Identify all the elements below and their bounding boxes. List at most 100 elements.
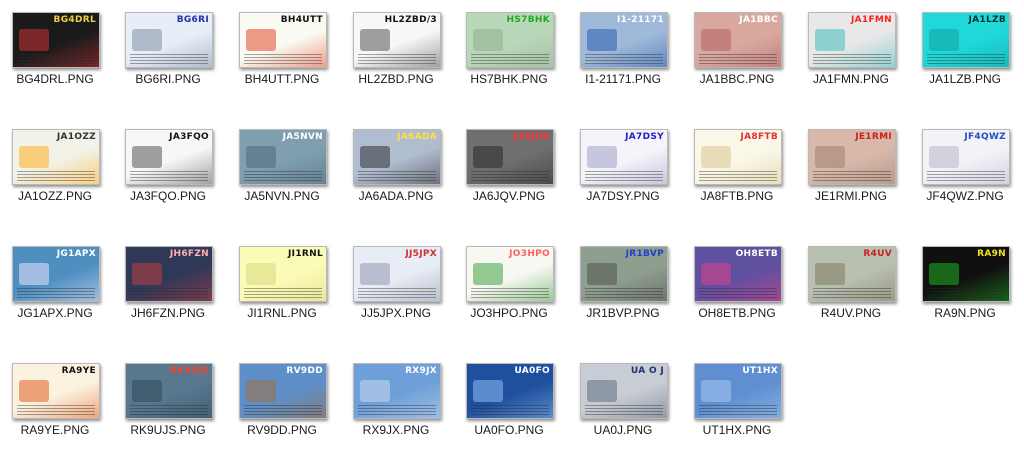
file-name-label[interactable]: JH6FZN.PNG xyxy=(113,306,223,320)
file-item[interactable]: JA7DSY JA7DSY.PNG xyxy=(568,117,678,217)
qsl-card-thumbnail[interactable]: JA1LZB xyxy=(922,12,1010,68)
file-item[interactable]: RK9UJS RK9UJS.PNG xyxy=(113,351,223,451)
file-name-label[interactable]: JA1OZZ.PNG xyxy=(0,189,110,203)
file-item[interactable]: UA0FO UA0FO.PNG xyxy=(454,351,564,451)
file-name-label[interactable]: JA5NVN.PNG xyxy=(227,189,337,203)
file-name-label[interactable]: JA6JQV.PNG xyxy=(454,189,564,203)
file-item[interactable]: JA8FTB JA8FTB.PNG xyxy=(682,117,792,217)
file-name-label[interactable]: R4UV.PNG xyxy=(796,306,906,320)
file-name-label[interactable]: JI1RNL.PNG xyxy=(227,306,337,320)
file-name-label[interactable]: BH4UTT.PNG xyxy=(227,72,337,86)
file-item[interactable]: JI1RNL JI1RNL.PNG xyxy=(227,234,337,334)
file-name-label[interactable]: RK9UJS.PNG xyxy=(113,423,223,437)
file-name-label[interactable]: UT1HX.PNG xyxy=(682,423,792,437)
file-name-label[interactable]: RX9JX.PNG xyxy=(341,423,451,437)
file-item[interactable]: OH8ETB OH8ETB.PNG xyxy=(682,234,792,334)
file-name-label[interactable]: UA0J.PNG xyxy=(568,423,678,437)
qsl-card-thumbnail[interactable]: I1-21171 xyxy=(580,12,668,68)
qsl-card-thumbnail[interactable]: HL2ZBD/3 xyxy=(353,12,441,68)
file-name-label[interactable]: JG1APX.PNG xyxy=(0,306,110,320)
qsl-card-thumbnail[interactable]: RK9UJS xyxy=(125,363,213,419)
file-name-label[interactable]: JR1BVP.PNG xyxy=(568,306,678,320)
file-name-label[interactable]: JO3HPO.PNG xyxy=(454,306,564,320)
file-name-label[interactable]: BG6RI.PNG xyxy=(113,72,223,86)
file-item[interactable]: JA6ADA JA6ADA.PNG xyxy=(341,117,451,217)
file-name-label[interactable]: JJ5JPX.PNG xyxy=(341,306,451,320)
file-name-label[interactable]: HS7BHK.PNG xyxy=(454,72,564,86)
qsl-card-thumbnail[interactable]: JI1RNL xyxy=(239,246,327,302)
qsl-card-thumbnail[interactable]: UA0FO xyxy=(466,363,554,419)
file-name-label[interactable]: JA1LZB.PNG xyxy=(910,72,1020,86)
qsl-card-thumbnail[interactable]: BH4UTT xyxy=(239,12,327,68)
file-item[interactable]: BG6RI BG6RI.PNG xyxy=(113,0,223,100)
qsl-card-thumbnail[interactable]: RA9N xyxy=(922,246,1010,302)
qsl-card-thumbnail[interactable]: UA O J xyxy=(580,363,668,419)
file-item[interactable]: RV9DD RV9DD.PNG xyxy=(227,351,337,451)
file-item[interactable]: BG4DRL BG4DRL.PNG xyxy=(0,0,110,100)
file-item[interactable]: JA6JQV JA6JQV.PNG xyxy=(454,117,564,217)
file-name-label[interactable]: RV9DD.PNG xyxy=(227,423,337,437)
qsl-card-thumbnail[interactable]: JA6JQV xyxy=(466,129,554,185)
qsl-card-thumbnail[interactable]: JA7DSY xyxy=(580,129,668,185)
qsl-card-thumbnail[interactable]: JE1RMI xyxy=(808,129,896,185)
file-item[interactable]: JA1BBC JA1BBC.PNG xyxy=(682,0,792,100)
file-item[interactable]: RA9N RA9N.PNG xyxy=(910,234,1020,334)
file-item[interactable]: JF4QWZ JF4QWZ.PNG xyxy=(910,117,1020,217)
file-name-label[interactable]: JA3FQO.PNG xyxy=(113,189,223,203)
file-name-label[interactable]: JA6ADA.PNG xyxy=(341,189,451,203)
qsl-card-thumbnail[interactable]: JA3FQO xyxy=(125,129,213,185)
file-item[interactable]: RA9YE RA9YE.PNG xyxy=(0,351,110,451)
qsl-card-thumbnail[interactable]: JA1FMN xyxy=(808,12,896,68)
file-name-label[interactable]: BG4DRL.PNG xyxy=(0,72,110,86)
file-item[interactable]: UA O J UA0J.PNG xyxy=(568,351,678,451)
qsl-card-thumbnail[interactable]: JH6FZN xyxy=(125,246,213,302)
file-item[interactable]: JJ5JPX JJ5JPX.PNG xyxy=(341,234,451,334)
file-item[interactable]: JA3FQO JA3FQO.PNG xyxy=(113,117,223,217)
file-name-label[interactable]: HL2ZBD.PNG xyxy=(341,72,451,86)
qsl-card-thumbnail[interactable]: JF4QWZ xyxy=(922,129,1010,185)
qsl-card-thumbnail[interactable]: RX9JX xyxy=(353,363,441,419)
file-item[interactable]: JA1FMN JA1FMN.PNG xyxy=(796,0,906,100)
file-item[interactable]: JA1OZZ JA1OZZ.PNG xyxy=(0,117,110,217)
qsl-card-thumbnail[interactable]: JG1APX xyxy=(12,246,100,302)
qsl-card-thumbnail[interactable]: BG4DRL xyxy=(12,12,100,68)
qsl-card-thumbnail[interactable]: RA9YE xyxy=(12,363,100,419)
qsl-card-thumbnail[interactable]: JA6ADA xyxy=(353,129,441,185)
file-item[interactable]: JO3HPO JO3HPO.PNG xyxy=(454,234,564,334)
file-item[interactable]: JG1APX JG1APX.PNG xyxy=(0,234,110,334)
file-item[interactable]: JA1LZB JA1LZB.PNG xyxy=(910,0,1020,100)
qsl-card-thumbnail[interactable]: BG6RI xyxy=(125,12,213,68)
file-item[interactable]: JH6FZN JH6FZN.PNG xyxy=(113,234,223,334)
file-item[interactable]: I1-21171 I1-21171.PNG xyxy=(568,0,678,100)
file-name-label[interactable]: RA9N.PNG xyxy=(910,306,1020,320)
file-item[interactable]: JA5NVN JA5NVN.PNG xyxy=(227,117,337,217)
file-name-label[interactable]: JA1BBC.PNG xyxy=(682,72,792,86)
file-name-label[interactable]: JA8FTB.PNG xyxy=(682,189,792,203)
qsl-card-thumbnail[interactable]: HS7BHK xyxy=(466,12,554,68)
file-name-label[interactable]: RA9YE.PNG xyxy=(0,423,110,437)
file-name-label[interactable]: I1-21171.PNG xyxy=(568,72,678,86)
qsl-card-thumbnail[interactable]: JA1OZZ xyxy=(12,129,100,185)
qsl-card-thumbnail[interactable]: JJ5JPX xyxy=(353,246,441,302)
file-item[interactable]: JE1RMI JE1RMI.PNG xyxy=(796,117,906,217)
qsl-card-thumbnail[interactable]: RV9DD xyxy=(239,363,327,419)
qsl-card-thumbnail[interactable]: JA8FTB xyxy=(694,129,782,185)
file-name-label[interactable]: JE1RMI.PNG xyxy=(796,189,906,203)
qsl-card-thumbnail[interactable]: R4UV xyxy=(808,246,896,302)
file-item[interactable]: HS7BHK HS7BHK.PNG xyxy=(454,0,564,100)
file-name-label[interactable]: UA0FO.PNG xyxy=(454,423,564,437)
file-name-label[interactable]: OH8ETB.PNG xyxy=(682,306,792,320)
file-name-label[interactable]: JA1FMN.PNG xyxy=(796,72,906,86)
file-name-label[interactable]: JF4QWZ.PNG xyxy=(910,189,1020,203)
qsl-card-thumbnail[interactable]: JR1BVP xyxy=(580,246,668,302)
qsl-card-thumbnail[interactable]: JA5NVN xyxy=(239,129,327,185)
qsl-card-thumbnail[interactable]: JA1BBC xyxy=(694,12,782,68)
file-item[interactable]: JR1BVP JR1BVP.PNG xyxy=(568,234,678,334)
file-name-label[interactable]: JA7DSY.PNG xyxy=(568,189,678,203)
qsl-card-thumbnail[interactable]: UT1HX xyxy=(694,363,782,419)
file-item[interactable]: RX9JX RX9JX.PNG xyxy=(341,351,451,451)
file-item[interactable]: R4UV R4UV.PNG xyxy=(796,234,906,334)
file-item[interactable]: HL2ZBD/3 HL2ZBD.PNG xyxy=(341,0,451,100)
file-item[interactable]: UT1HX UT1HX.PNG xyxy=(682,351,792,451)
file-item[interactable]: BH4UTT BH4UTT.PNG xyxy=(227,0,337,100)
